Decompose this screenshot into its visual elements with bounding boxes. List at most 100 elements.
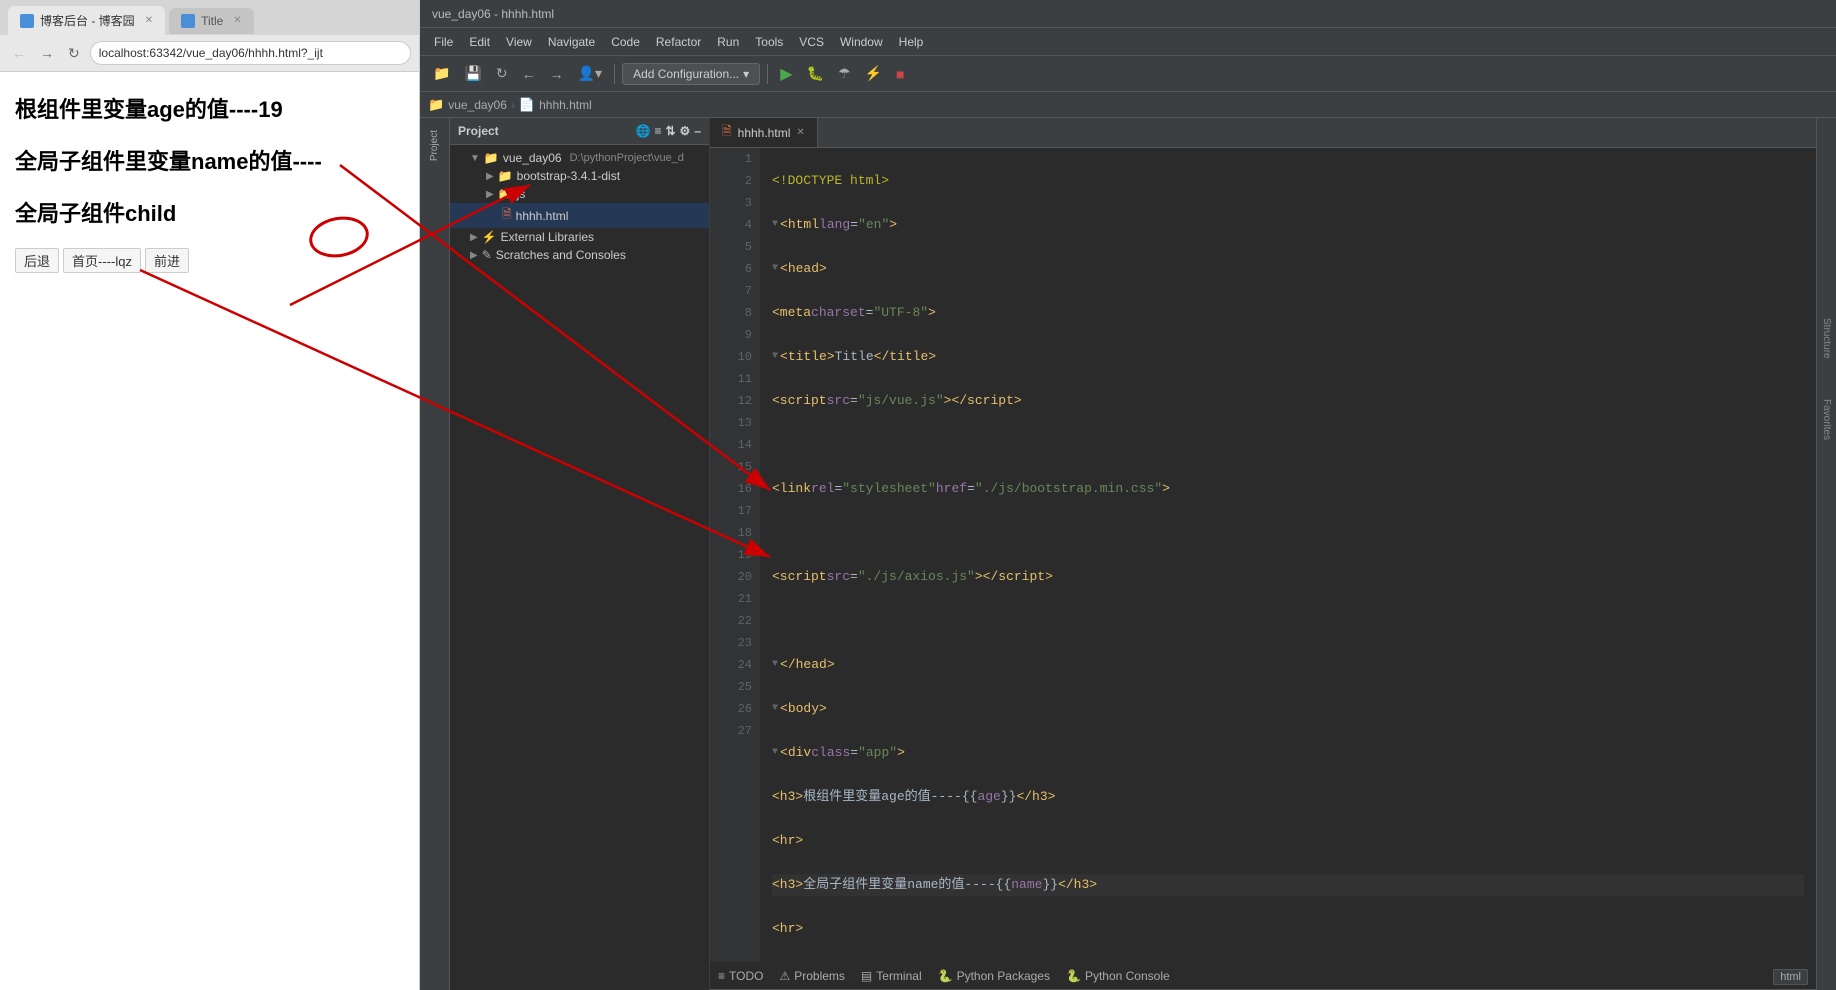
breadcrumb-part1[interactable]: vue_day06 bbox=[448, 98, 507, 112]
code-line-9 bbox=[772, 522, 1804, 544]
structure-tab[interactable]: Structure bbox=[1821, 318, 1832, 359]
code-line-1: <!DOCTYPE html> bbox=[772, 170, 1804, 192]
back-btn[interactable]: 后退 bbox=[15, 248, 59, 273]
menu-window[interactable]: Window bbox=[834, 33, 889, 51]
tree-label-js: js bbox=[517, 187, 526, 201]
tree-item-vue-day06[interactable]: ▼ 📁 vue_day06 D:\pythonProject\vue_d bbox=[450, 149, 709, 167]
breadcrumb-file-icon: 📄 bbox=[519, 97, 535, 113]
address-bar[interactable] bbox=[90, 41, 411, 65]
favorites-tab[interactable]: Favorites bbox=[1821, 399, 1832, 440]
code-line-15: <h3>根组件里变量age的值----{{age}}</h3> bbox=[772, 786, 1804, 808]
filetree-hide-btn[interactable]: – bbox=[694, 124, 701, 138]
tree-item-js[interactable]: ▶ 📁 js bbox=[450, 185, 709, 203]
bottom-tab-problems[interactable]: ⚠ Problems bbox=[779, 969, 844, 983]
browser-tabs: 博客后台 - 博客园 ✕ Title ✕ bbox=[0, 0, 419, 35]
code-line-8: <link rel="stylesheet" href="./js/bootst… bbox=[772, 478, 1804, 500]
problems-label: Problems bbox=[794, 969, 845, 983]
code-line-12: ▼</head> bbox=[772, 654, 1804, 676]
age-heading: 根组件里变量age的值----19 bbox=[15, 92, 404, 124]
add-config-btn[interactable]: Add Configuration... ▾ bbox=[622, 63, 760, 85]
code-line-18: <hr> bbox=[772, 918, 1804, 940]
toolbar-stop-btn[interactable]: ■ bbox=[891, 63, 909, 85]
tree-arrow-5: ▶ bbox=[470, 250, 478, 261]
todo-icon: ≡ bbox=[718, 969, 725, 983]
ide-body: Project Project 🌐 ≡ ⇅ ⚙ – ▼ 📁 vue_day06 bbox=[420, 118, 1836, 990]
filetree-sort-btn[interactable]: ⇅ bbox=[665, 124, 675, 138]
toolbar-profile-btn[interactable]: ⚡ bbox=[860, 62, 887, 85]
tree-item-hhhh[interactable]: 🗎 hhhh.html bbox=[450, 203, 709, 228]
menu-vcs[interactable]: VCS bbox=[793, 33, 830, 51]
toolbar-forward-btn[interactable]: → bbox=[545, 63, 569, 85]
toolbar-coverage-btn[interactable]: ☂ bbox=[833, 62, 856, 85]
ide-right-tabs: Structure Favorites bbox=[1816, 118, 1836, 990]
bottom-tab-python-packages[interactable]: 🐍 Python Packages bbox=[938, 969, 1050, 983]
menu-code[interactable]: Code bbox=[605, 33, 646, 51]
browser-forward-btn[interactable]: → bbox=[36, 43, 58, 63]
code-line-14: ▼<div class="app"> bbox=[772, 742, 1804, 764]
code-line-17: <h3>全局子组件里变量name的值----{{name}}</h3> bbox=[772, 874, 1804, 896]
tree-item-bootstrap[interactable]: ▶ 📁 bootstrap-3.4.1-dist bbox=[450, 167, 709, 185]
filetree-globe-btn[interactable]: 🌐 bbox=[636, 124, 651, 138]
toolbar-back-btn[interactable]: ← bbox=[517, 63, 541, 85]
content-line-2: 全局子组件里变量name的值---- bbox=[15, 144, 404, 176]
problems-icon: ⚠ bbox=[779, 969, 790, 983]
menu-tools[interactable]: Tools bbox=[749, 33, 789, 51]
browser-tab-1-close[interactable]: ✕ bbox=[145, 15, 153, 26]
html-badge-container: html bbox=[1773, 967, 1808, 985]
bottom-tab-todo[interactable]: ≡ TODO bbox=[718, 969, 763, 983]
breadcrumb-part2[interactable]: hhhh.html bbox=[539, 98, 592, 112]
menu-file[interactable]: File bbox=[428, 33, 459, 51]
toolbar-user-btn[interactable]: 👤▾ bbox=[573, 62, 607, 85]
breadcrumb-sep: › bbox=[511, 98, 515, 112]
add-config-arrow: ▾ bbox=[743, 67, 749, 81]
editor-tab-icon: 🗎 bbox=[722, 122, 732, 143]
filetree-tools: 🌐 ≡ ⇅ ⚙ – bbox=[636, 124, 701, 138]
code-content[interactable]: <!DOCTYPE html> ▼<html lang="en"> ▼<head… bbox=[760, 148, 1816, 962]
folder-icon-3: 📁 bbox=[498, 187, 513, 201]
browser-refresh-btn[interactable]: ↻ bbox=[64, 43, 84, 64]
editor-tab-hhhh[interactable]: 🗎 hhhh.html ✕ bbox=[710, 118, 818, 147]
ide-editor-area: 🗎 hhhh.html ✕ 12345 678910 1112131415 16… bbox=[710, 118, 1816, 990]
browser-tab-2-close[interactable]: ✕ bbox=[233, 15, 241, 26]
filetree-title: Project bbox=[458, 124, 499, 138]
home-btn[interactable]: 首页----lqz bbox=[63, 248, 141, 273]
name-heading: 全局子组件里变量name的值---- bbox=[15, 144, 404, 176]
bottom-tab-terminal[interactable]: ▤ Terminal bbox=[861, 969, 922, 983]
code-editor[interactable]: 12345 678910 1112131415 1617181920 21222… bbox=[710, 148, 1816, 962]
toolbar-sync-btn[interactable]: ↻ bbox=[491, 62, 513, 85]
add-config-label: Add Configuration... bbox=[633, 67, 739, 81]
forward-btn[interactable]: 前进 bbox=[145, 248, 189, 273]
menu-run[interactable]: Run bbox=[711, 33, 745, 51]
browser-back-btn[interactable]: ← bbox=[8, 43, 30, 63]
filetree-gear-btn[interactable]: ⚙ bbox=[680, 124, 691, 138]
menu-refactor[interactable]: Refactor bbox=[650, 33, 707, 51]
browser-content: 根组件里变量age的值----19 全局子组件里变量name的值---- 全局子… bbox=[0, 72, 419, 990]
tree-item-ext-libs[interactable]: ▶ ⚡ External Libraries bbox=[450, 228, 709, 246]
tree-label-bootstrap: bootstrap-3.4.1-dist bbox=[517, 169, 620, 183]
bottom-tab-python-console[interactable]: 🐍 Python Console bbox=[1066, 969, 1170, 983]
browser-tab-1[interactable]: 博客后台 - 博客园 ✕ bbox=[8, 6, 165, 35]
toolbar-save-btn[interactable]: 💾 bbox=[459, 62, 486, 85]
code-line-11 bbox=[772, 610, 1804, 632]
tree-item-scratches[interactable]: ▶ ✎ Scratches and Consoles bbox=[450, 246, 709, 264]
ext-libs-icon: ⚡ bbox=[482, 230, 497, 244]
toolbar-run-btn[interactable]: ▶ bbox=[775, 61, 797, 87]
browser-tab-2[interactable]: Title ✕ bbox=[169, 8, 254, 34]
filetree-eq-btn[interactable]: ≡ bbox=[654, 124, 661, 138]
python-pkg-icon: 🐍 bbox=[938, 969, 953, 983]
menu-edit[interactable]: Edit bbox=[463, 33, 496, 51]
project-tab[interactable]: Project bbox=[427, 126, 442, 165]
toolbar-open-btn[interactable]: 📁 bbox=[428, 62, 455, 85]
menu-help[interactable]: Help bbox=[893, 33, 930, 51]
line-numbers: 12345 678910 1112131415 1617181920 21222… bbox=[710, 148, 760, 962]
ide-filetree: Project 🌐 ≡ ⇅ ⚙ – ▼ 📁 vue_day06 D:\pytho… bbox=[450, 118, 710, 990]
editor-tab-close[interactable]: ✕ bbox=[796, 127, 804, 138]
toolbar-debug-btn[interactable]: 🐛 bbox=[802, 62, 829, 85]
ide-menubar: File Edit View Navigate Code Refactor Ru… bbox=[420, 28, 1836, 56]
code-line-4: <meta charset="UTF-8"> bbox=[772, 302, 1804, 324]
scratches-icon: ✎ bbox=[482, 248, 492, 262]
tree-label-scratches: Scratches and Consoles bbox=[496, 248, 626, 262]
menu-view[interactable]: View bbox=[500, 33, 538, 51]
menu-navigate[interactable]: Navigate bbox=[542, 33, 601, 51]
code-line-6: <script src="js/vue.js"></script> bbox=[772, 390, 1804, 412]
